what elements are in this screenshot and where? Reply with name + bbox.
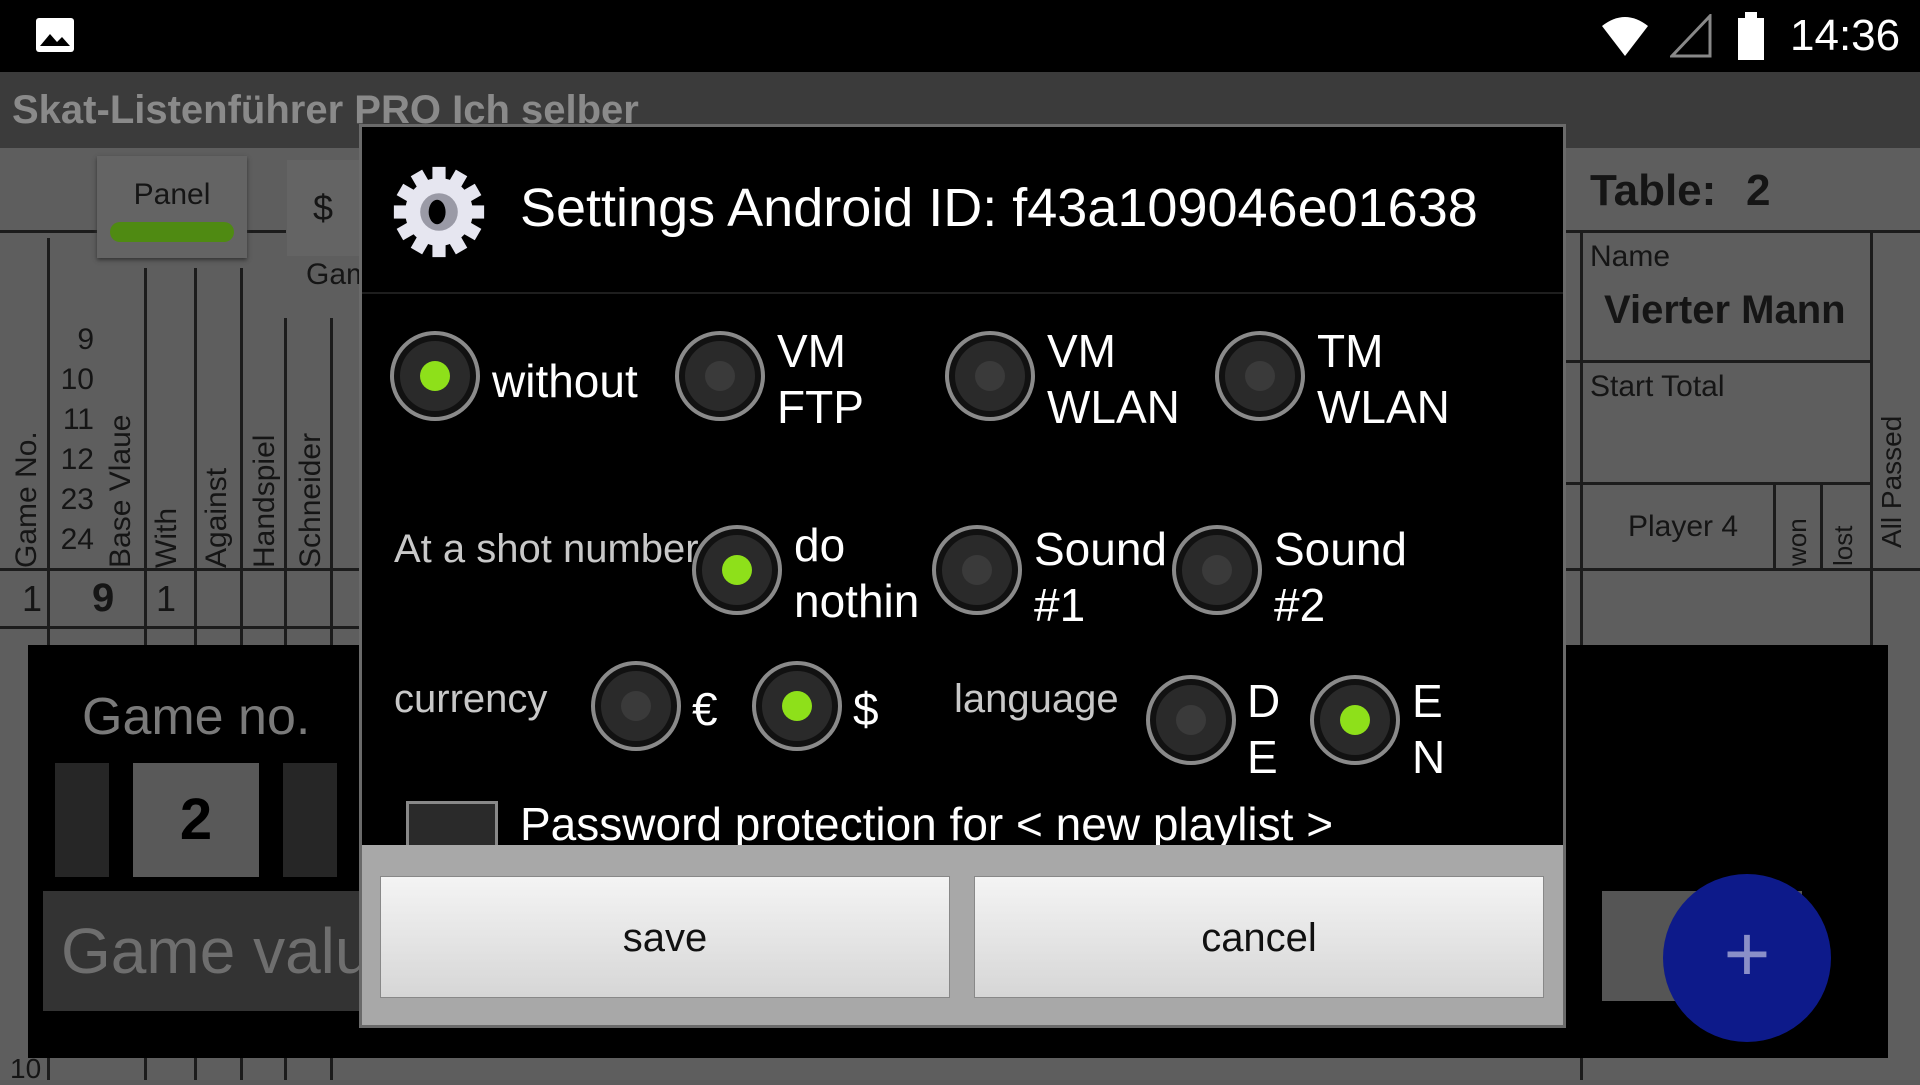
radio-dollar[interactable]	[752, 661, 842, 751]
wifi-icon	[1602, 17, 1648, 56]
col-schneider: Schneider	[294, 432, 327, 568]
increment-button[interactable]	[283, 763, 337, 877]
base-value: 24	[60, 523, 94, 556]
all-passed-label: All Passed	[1876, 415, 1907, 548]
col-game-no: Game No.	[10, 431, 43, 568]
base-value: 23	[60, 483, 94, 516]
col-against: Against	[200, 467, 233, 568]
radio-do-nothing[interactable]	[692, 525, 782, 615]
language-label: language	[954, 677, 1119, 721]
start-total-label: Start Total	[1590, 370, 1725, 403]
dialog-title: Settings Android ID: f43a109046e01638	[520, 178, 1478, 238]
game-no-value[interactable]: 2	[133, 763, 259, 877]
currency-symbol: $	[312, 187, 334, 228]
currency-label: currency	[394, 677, 548, 721]
row-game-no: 1	[22, 578, 43, 619]
panel-button[interactable]: Panel	[97, 156, 247, 258]
player-label: Player 4	[1628, 510, 1739, 543]
radio-sound-1[interactable]	[932, 525, 1022, 615]
clock: 14:36	[1790, 11, 1901, 60]
radio-en[interactable]	[1310, 675, 1400, 765]
col-handspiel: Handspiel	[248, 434, 281, 568]
lost-label: lost	[1828, 525, 1858, 566]
base-values: 9 10 11 12 23 24	[58, 320, 94, 560]
option-sound-2: Sound #2	[1274, 523, 1408, 631]
signal-icon	[1670, 14, 1712, 58]
image-icon	[36, 18, 74, 52]
shot-label: At a shot number	[394, 527, 699, 571]
radio-vm-wlan[interactable]	[945, 331, 1035, 421]
battery-icon	[1738, 12, 1764, 60]
panel-label: Panel	[133, 178, 211, 211]
radio-de[interactable]	[1146, 675, 1236, 765]
option-do-nothing: do nothin	[794, 519, 920, 627]
option-en: E N	[1412, 675, 1446, 783]
radio-vm-ftp[interactable]	[675, 331, 765, 421]
option-sound-1: Sound #1	[1034, 523, 1168, 631]
option-de: D E	[1247, 675, 1281, 783]
radio-euro[interactable]	[591, 661, 681, 751]
option-without: without	[492, 355, 638, 407]
base-value: 11	[62, 403, 94, 436]
password-label: Password protection for < new playlist >	[520, 798, 1334, 845]
base-value: 10	[60, 363, 94, 396]
game-no-label: Game no.	[82, 688, 311, 746]
panel-indicator	[110, 222, 234, 242]
option-dollar: $	[853, 683, 879, 735]
option-euro: €	[692, 683, 718, 735]
currency-button[interactable]: $	[287, 160, 359, 256]
option-vm-ftp: VM FTP	[777, 325, 864, 433]
option-tm-wlan: TM WLAN	[1317, 325, 1450, 433]
password-checkbox[interactable]	[406, 801, 498, 845]
name-label: Name	[1590, 240, 1671, 273]
col-with: With	[150, 508, 183, 568]
password-row: Password protection for < new playlist >	[362, 787, 1563, 845]
option-vm-wlan: VM WLAN	[1047, 325, 1180, 433]
base-value: 12	[60, 443, 94, 476]
save-button[interactable]: save	[380, 876, 950, 998]
status-bar: 14:36	[0, 0, 1920, 72]
add-fab[interactable]: +	[1663, 874, 1831, 1042]
row-with: 1	[156, 578, 177, 619]
cancel-button[interactable]: cancel	[974, 876, 1544, 998]
radio-without[interactable]	[390, 331, 480, 421]
table-label: Table:	[1590, 166, 1717, 215]
decrement-button[interactable]	[55, 763, 109, 877]
col-base-value: Base Vlaue	[104, 414, 137, 568]
radio-sound-2[interactable]	[1172, 525, 1262, 615]
title-divider	[362, 292, 1563, 294]
gear-icon	[393, 166, 485, 258]
player-name: Vierter Mann	[1604, 288, 1846, 332]
won-label: won	[1782, 518, 1812, 566]
radio-tm-wlan[interactable]	[1215, 331, 1305, 421]
base-value: 9	[77, 323, 94, 356]
row-base: 9	[92, 576, 115, 620]
table-number: 2	[1746, 166, 1771, 215]
